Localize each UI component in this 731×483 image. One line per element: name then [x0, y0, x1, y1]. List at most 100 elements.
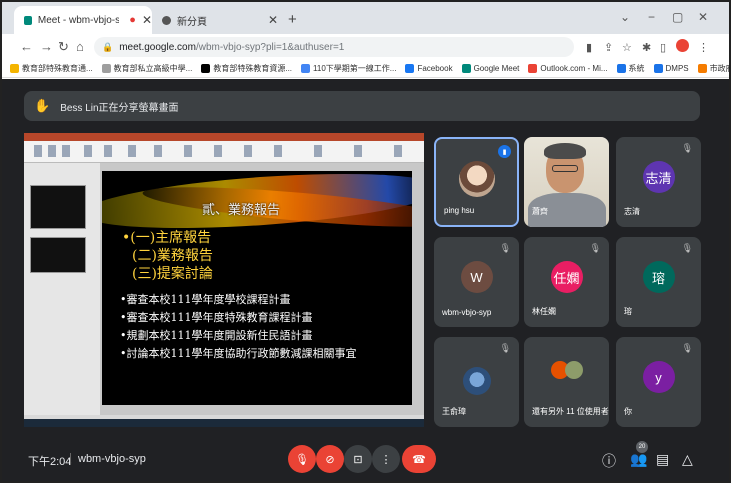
- address-bar[interactable]: 🔒 meet.google.com /wbm-vbjo-syp?pli=1&au…: [94, 37, 574, 57]
- tab-search-icon[interactable]: ⌄: [620, 10, 630, 24]
- participant-avatar: 瑢: [642, 261, 675, 293]
- browser-toolbar: ← → ↻ ⌂ 🔒 meet.google.com /wbm-vbjo-syp?…: [2, 34, 729, 60]
- participant-tile[interactable]: 志清 🎙 志清: [616, 137, 701, 227]
- present-icon: ⊡: [353, 453, 363, 466]
- reload-icon[interactable]: ↻: [58, 39, 69, 55]
- people-icon[interactable]: 👥: [630, 451, 647, 468]
- bookmark-item[interactable]: 系統: [616, 63, 645, 74]
- forward-icon[interactable]: →: [40, 39, 53, 54]
- tab-title: Meet - wbm-vbjo-syp: [37, 14, 119, 26]
- bookmark-favicon-icon: [528, 64, 538, 73]
- camera-toggle-button[interactable]: ⊘: [316, 445, 344, 473]
- bookmark-item[interactable]: 市政府教育局...: [697, 63, 729, 74]
- muted-mic-icon: 🎙: [681, 143, 693, 153]
- bookmark-favicon-icon: [10, 64, 19, 73]
- slide-agenda: •(一)主席報告 (二)業務報告 (三)提案討論: [122, 229, 213, 283]
- more-icon: ⋮: [380, 453, 392, 466]
- more-options-button[interactable]: ⋮: [372, 445, 400, 473]
- maximize-button[interactable]: ▢: [672, 10, 683, 24]
- back-icon[interactable]: ←: [20, 39, 33, 54]
- close-window-button[interactable]: ✕: [698, 10, 708, 24]
- cast-icon[interactable]: ▮: [586, 41, 592, 54]
- bookmark-label: 教育部私立高級中學...: [113, 64, 193, 73]
- bookmark-label: DMPS: [665, 64, 689, 73]
- profile-avatar[interactable]: [676, 39, 689, 52]
- bookmark-item[interactable]: Facebook: [405, 64, 453, 73]
- participant-tile[interactable]: W 🎙 wbm-vbjo-syp: [434, 237, 519, 327]
- sidepanel-icon[interactable]: ▯: [660, 41, 666, 54]
- bookmark-label: Google Meet: [473, 64, 520, 73]
- plan-item: •討論本校111學年度協助行政節數減課相關事宜: [120, 347, 357, 360]
- participant-name: ping hsu: [444, 206, 475, 215]
- bookmark-item[interactable]: 教育部私立高級中學...: [101, 63, 193, 74]
- bookmark-item[interactable]: DMPS: [653, 64, 689, 73]
- bookmark-item[interactable]: Outlook.com - Mi...: [528, 64, 608, 73]
- mic-toggle-button[interactable]: 🎙: [288, 445, 316, 473]
- participant-name: 王俞璋: [442, 407, 466, 416]
- participant-tile[interactable]: 瑢 🎙 瑢: [616, 237, 701, 327]
- mic-off-icon: 🎙: [295, 453, 309, 466]
- meeting-code: wbm-vbjo-syp: [78, 453, 146, 465]
- agenda-item: •(一)主席報告: [122, 230, 212, 246]
- participant-tile[interactable]: 蕭齊: [524, 137, 609, 227]
- slide-thumbnail[interactable]: [30, 185, 86, 229]
- bookmark-item[interactable]: 教育部特殊教育通...: [10, 63, 93, 74]
- minimize-button[interactable]: −: [648, 10, 655, 24]
- presentation-banner: ✋ Bess Lin正在分享螢幕畫面: [24, 91, 700, 121]
- tab-strip: Meet - wbm-vbjo-syp ● ✕ 新分頁 ✕ + ⌄ − ▢ ✕: [2, 2, 729, 34]
- participant-tile[interactable]: y 🎙 你: [616, 337, 701, 427]
- tab-title: 新分頁: [177, 16, 207, 28]
- muted-mic-icon: 🎙: [499, 243, 511, 253]
- activities-icon[interactable]: △: [682, 451, 693, 468]
- bookmark-label: Outlook.com - Mi...: [540, 64, 608, 73]
- tab-new[interactable]: 新分頁 ✕: [156, 6, 286, 34]
- menu-icon[interactable]: ⋮: [698, 41, 709, 54]
- bookmark-label: Facebook: [417, 64, 453, 73]
- participant-tile[interactable]: 任嫻 🎙 林任嫻: [524, 237, 609, 327]
- meeting-clock: 下午2:04: [28, 456, 72, 468]
- extension-icon[interactable]: ✱: [642, 41, 651, 54]
- slide-thumbnail[interactable]: [30, 237, 86, 273]
- participant-photo-avatar: [458, 161, 495, 197]
- presenter-text: Bess Lin正在分享螢幕畫面: [60, 102, 179, 114]
- windows-taskbar: [24, 419, 424, 427]
- bookmark-item[interactable]: Google Meet: [461, 64, 520, 73]
- lock-icon: 🔒: [102, 41, 114, 52]
- bookmark-label: 教育部特殊教育通...: [22, 64, 93, 73]
- tab-meet[interactable]: Meet - wbm-vbjo-syp ● ✕: [14, 6, 152, 34]
- participant-tile[interactable]: ▮ ping hsu: [434, 137, 519, 227]
- participant-name: 林任嫻: [532, 307, 556, 316]
- url-path: /wbm-vbjo-syp?pli=1&authuser=1: [195, 41, 345, 53]
- close-tab-icon[interactable]: ✕: [268, 13, 278, 27]
- leave-call-button[interactable]: ☎: [402, 445, 436, 473]
- muted-mic-icon: 🎙: [499, 343, 511, 353]
- current-slide: 貳、業務報告 •(一)主席報告 (二)業務報告 (三)提案討論 •審查本校111…: [102, 171, 412, 405]
- home-icon[interactable]: ⌂: [76, 39, 84, 54]
- bookmark-star-icon[interactable]: ☆: [622, 41, 632, 54]
- bookmark-item[interactable]: 教育部特殊教育資源...: [201, 63, 292, 74]
- meet-area: ✋ Bess Lin正在分享螢幕畫面 貳、業務報告 •(一)主席報告 (二)業務…: [2, 79, 729, 481]
- share-icon[interactable]: ⇪: [604, 41, 613, 54]
- slide-plans: •審查本校111學年度學校課程計畫 •審查本校111學年度特殊教育課程計畫 •規…: [120, 291, 356, 363]
- bookmark-label: 系統: [628, 64, 645, 73]
- participant-tile[interactable]: 還有另外 11 位使用者: [524, 337, 609, 427]
- present-button[interactable]: ⊡: [344, 445, 372, 473]
- info-icon[interactable]: ⓘ: [602, 451, 616, 471]
- bookmark-label: 教育部特殊教育資源...: [213, 64, 293, 73]
- participant-avatar: y: [642, 361, 675, 393]
- bookmark-label: 110下學期第一線工作...: [313, 64, 397, 73]
- participant-avatar: 任嫻: [550, 261, 583, 293]
- participant-tile[interactable]: 🎙 王俞璋: [434, 337, 519, 427]
- agenda-item: (三)提案討論: [132, 266, 213, 282]
- bookmark-favicon-icon: [697, 64, 707, 73]
- bookmark-item[interactable]: 110下學期第一線工作...: [301, 63, 396, 74]
- bookmark-favicon-icon: [405, 64, 415, 73]
- group-avatars: [550, 361, 583, 379]
- chat-icon[interactable]: ▤: [656, 451, 669, 468]
- powerpoint-ribbon: [24, 141, 424, 163]
- shared-screen[interactable]: 貳、業務報告 •(一)主席報告 (二)業務報告 (三)提案討論 •審查本校111…: [24, 133, 424, 427]
- new-tab-button[interactable]: +: [288, 11, 297, 28]
- close-tab-icon[interactable]: ✕: [142, 13, 152, 27]
- chrome-favicon-icon: [162, 15, 171, 25]
- url-host: meet.google.com: [119, 41, 196, 53]
